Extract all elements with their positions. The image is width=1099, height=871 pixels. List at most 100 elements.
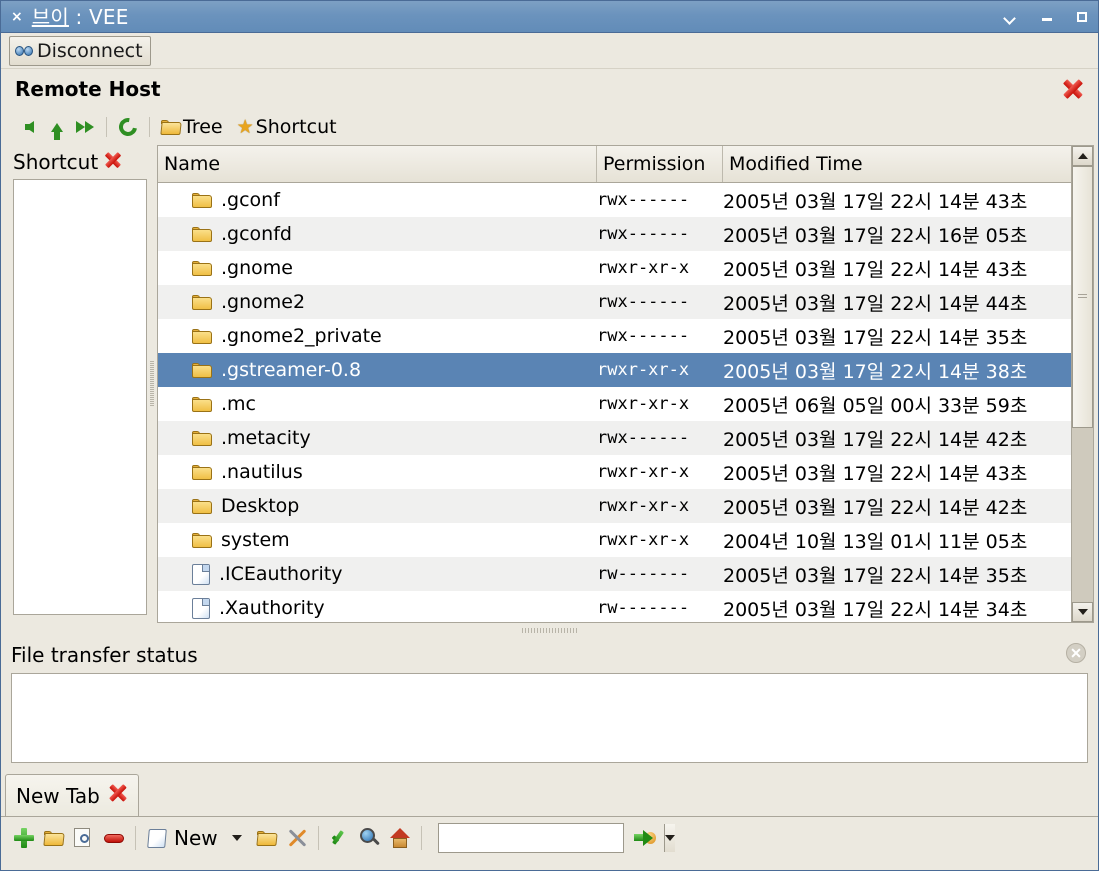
file-name: .gnome2 xyxy=(221,291,306,313)
cell-modified-time: 2005년 03월 17일 22시 14분 35초 xyxy=(723,326,1028,349)
new-dropdown-button[interactable] xyxy=(222,823,252,853)
table-row[interactable]: .mc rwxr-xr-x 2005년 06월 05일 00시 33분 59초 xyxy=(158,387,1071,421)
folder-icon xyxy=(192,294,212,310)
table-row[interactable]: .gnome2 rwx------ 2005년 03월 17일 22시 14분 44… xyxy=(158,285,1071,319)
shortcut-button[interactable]: ★ Shortcut xyxy=(237,116,337,138)
binoculars-icon xyxy=(15,44,33,58)
table-row[interactable]: .gnome2_private rwx------ 2005년 03월 17일 22… xyxy=(158,319,1071,353)
tab-new-tab[interactable]: New Tab xyxy=(5,774,139,816)
window-close-glyph[interactable]: × xyxy=(11,10,23,24)
preview-button[interactable] xyxy=(69,823,99,853)
scroll-up-button[interactable] xyxy=(1072,146,1093,166)
shortcut-list[interactable] xyxy=(13,179,147,615)
scrollbar-thumb[interactable] xyxy=(1072,166,1093,428)
tree-label: Tree xyxy=(183,116,223,138)
folder-icon xyxy=(192,532,212,548)
command-combobox[interactable] xyxy=(437,823,675,853)
scroll-down-arrow-icon xyxy=(1077,609,1088,615)
cell-modified-time: 2005년 03월 17일 22시 14분 43초 xyxy=(723,462,1028,485)
folder-icon xyxy=(192,396,212,412)
vertical-sash-left[interactable] xyxy=(147,145,157,623)
file-transfer-status-body xyxy=(11,673,1088,763)
file-list-scrollbar[interactable] xyxy=(1072,145,1094,623)
shortcut-pane-title: Shortcut xyxy=(13,150,99,174)
tools-button[interactable] xyxy=(282,823,312,853)
cell-name: .Xauthority xyxy=(158,597,597,619)
navigation-toolbar: Tree ★ Shortcut xyxy=(1,109,1098,145)
scrollbar-track[interactable] xyxy=(1072,166,1093,602)
folder-icon xyxy=(192,226,212,242)
column-header-permission[interactable]: Permission xyxy=(597,146,723,182)
table-row[interactable]: .Xauthority rw------- 2005년 03월 17일 22시 14… xyxy=(158,591,1071,622)
globe-search-icon xyxy=(359,828,380,848)
cell-modified-time: 2005년 03월 17일 22시 14분 44초 xyxy=(723,292,1028,315)
tree-button[interactable]: Tree xyxy=(161,116,223,138)
cell-name: system xyxy=(158,529,597,551)
add-plus-icon xyxy=(14,828,34,848)
file-name: .gnome xyxy=(221,257,293,279)
remove-button[interactable] xyxy=(99,823,129,853)
search-web-button[interactable] xyxy=(355,823,385,853)
title-bar: × 브이 : VEE xyxy=(1,1,1098,33)
refresh-button[interactable] xyxy=(114,113,142,141)
new-button-label[interactable]: New xyxy=(174,826,218,850)
file-name: .gconf xyxy=(221,189,280,211)
table-row[interactable]: system rwxr-xr-x 2004년 10월 13일 01시 11분 05초 xyxy=(158,523,1071,557)
table-row[interactable]: .metacity rwx------ 2005년 03월 17일 22시 14분 … xyxy=(158,421,1071,455)
cell-name: .gnome2_private xyxy=(158,325,597,347)
window-title-rest: : VEE xyxy=(68,4,129,29)
remote-host-close-button[interactable] xyxy=(1062,78,1084,104)
table-row[interactable]: .gstreamer-0.8 rwxr-xr-x 2005년 03월 17일 22시… xyxy=(158,353,1071,387)
disconnect-button[interactable]: Disconnect xyxy=(9,35,151,66)
window-title-mnemonic: 브이 xyxy=(31,4,69,29)
column-header-modified-time[interactable]: Modified Time xyxy=(723,146,1071,182)
status-close-button[interactable] xyxy=(1066,643,1086,663)
cell-modified-time: 2005년 03월 17일 22시 14분 42초 xyxy=(723,428,1028,451)
close-x-icon xyxy=(108,783,128,803)
cell-modified-time: 2005년 03월 17일 22시 14분 42초 xyxy=(723,496,1028,519)
page-search-icon xyxy=(74,828,94,848)
main-split: Shortcut Name Permission Modified Time .… xyxy=(1,145,1098,623)
cell-permission: rwxr-xr-x xyxy=(597,394,690,414)
new-document-icon-slot[interactable] xyxy=(142,823,172,853)
confirm-button[interactable] xyxy=(325,823,355,853)
file-name: .gnome2_private xyxy=(221,325,382,347)
scroll-down-button[interactable] xyxy=(1072,602,1093,622)
file-name: system xyxy=(221,529,290,551)
table-row[interactable]: .ICEauthority rw------- 2005년 03월 17일 22시 … xyxy=(158,557,1071,591)
shortcut-pane-close-button[interactable] xyxy=(104,150,122,174)
cell-modified-time: 2004년 10월 13일 01시 11분 05초 xyxy=(723,530,1028,553)
minimize-icon[interactable] xyxy=(1040,10,1054,24)
window-menu-icon[interactable] xyxy=(1004,10,1018,24)
cell-name: .gconf xyxy=(158,189,597,211)
horizontal-sash[interactable] xyxy=(1,623,1098,637)
window-title: 브이 : VEE xyxy=(32,7,129,27)
cell-name: .ICEauthority xyxy=(158,563,597,585)
file-icon xyxy=(192,597,210,619)
table-row[interactable]: .nautilus rwxr-xr-x 2005년 03월 17일 22시 14분 … xyxy=(158,455,1071,489)
folder-icon xyxy=(192,260,212,276)
back-button[interactable] xyxy=(15,113,43,141)
table-row[interactable]: Desktop rwxr-xr-x 2005년 03월 17일 22시 14분 42… xyxy=(158,489,1071,523)
folder-button[interactable] xyxy=(252,823,282,853)
table-row[interactable]: .gconf rwx------ 2005년 03월 17일 22시 14분 43초 xyxy=(158,183,1071,217)
forward-button[interactable] xyxy=(71,113,99,141)
open-folder-button[interactable] xyxy=(39,823,69,853)
home-button[interactable] xyxy=(385,823,415,853)
up-button[interactable] xyxy=(43,113,71,141)
table-row[interactable]: .gnome rwxr-xr-x 2005년 03월 17일 22시 14분 43초 xyxy=(158,251,1071,285)
maximize-icon[interactable] xyxy=(1076,10,1090,24)
command-dropdown-button[interactable] xyxy=(663,824,675,852)
file-list-pane: Name Permission Modified Time .gconf rwx-… xyxy=(157,145,1098,623)
add-button[interactable] xyxy=(9,823,39,853)
tab-close-button[interactable] xyxy=(108,783,128,808)
column-header-name[interactable]: Name xyxy=(158,146,597,182)
go-button[interactable] xyxy=(633,829,656,847)
cell-modified-time: 2005년 03월 17일 22시 14분 34초 xyxy=(723,598,1028,621)
cell-permission: rwxr-xr-x xyxy=(597,360,690,380)
tab-bar: New Tab xyxy=(1,773,1098,817)
table-row[interactable]: .gconfd rwx------ 2005년 03월 17일 22시 16분 05… xyxy=(158,217,1071,251)
cell-modified-time: 2005년 03월 17일 22시 14분 43초 xyxy=(723,190,1028,213)
folder-icon xyxy=(192,498,212,514)
command-input[interactable] xyxy=(438,824,664,852)
